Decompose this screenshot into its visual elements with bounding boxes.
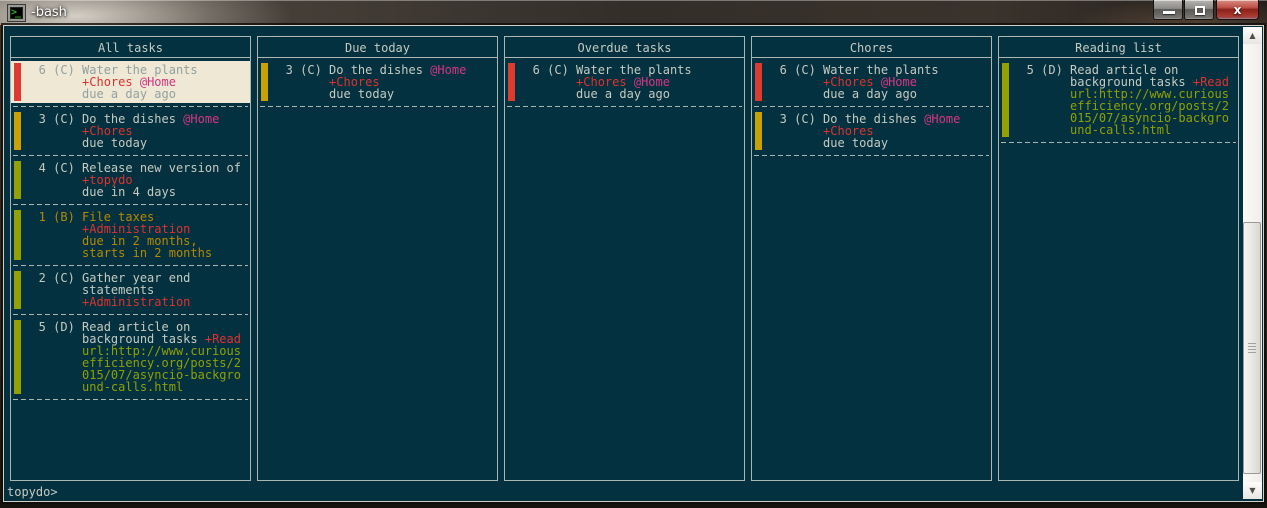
- task-item[interactable]: 6 (C) Water the plants +Chores @Home due…: [11, 61, 250, 103]
- item-separator: [13, 314, 248, 315]
- board-column: Due today 3 (C) Do the dishes @Home +Cho…: [257, 36, 498, 481]
- task-text: 3 (C) Do the dishes @Home +Chores due to…: [264, 63, 467, 101]
- scroll-track[interactable]: [1243, 44, 1262, 482]
- scroll-up-icon[interactable]: ▲: [1243, 27, 1262, 44]
- close-icon: x: [1233, 3, 1242, 17]
- board: All tasks 6 (C) Water the plants +Chores…: [10, 36, 1239, 481]
- scrollbar[interactable]: ▲ ▼: [1243, 27, 1262, 499]
- item-separator: [13, 204, 248, 205]
- priority-bar: [14, 161, 21, 199]
- column-items: 6 (C) Water the plants +Chores @Home due…: [505, 58, 744, 107]
- priority-bar: [755, 112, 762, 150]
- task-item[interactable]: 3 (C) Do the dishes @Home +Chores due to…: [11, 110, 250, 152]
- restore-button[interactable]: [1184, 0, 1214, 20]
- item-separator: [13, 399, 248, 400]
- priority-bar: [1002, 63, 1009, 137]
- column-title: Reading list: [999, 37, 1238, 58]
- column-title: All tasks: [11, 37, 250, 58]
- task-item[interactable]: 3 (C) Do the dishes @Home +Chores due to…: [258, 61, 497, 103]
- task-text: 2 (C) Gather year end statements +Admini…: [17, 271, 191, 309]
- task-text: 6 (C) Water the plants +Chores @Home due…: [511, 63, 692, 101]
- scroll-thumb[interactable]: [1243, 222, 1261, 474]
- priority-bar: [508, 63, 515, 101]
- priority-bar: [261, 63, 268, 101]
- task-item[interactable]: 3 (C) Do the dishes @Home +Chores due to…: [752, 110, 991, 152]
- board-column: Reading list 5 (D) Read article on backg…: [998, 36, 1239, 481]
- column-title: Chores: [752, 37, 991, 58]
- priority-bar: [14, 63, 21, 101]
- item-separator: [13, 106, 248, 107]
- item-separator: [13, 265, 248, 266]
- task-item[interactable]: 5 (D) Read article on background tasks +…: [999, 61, 1238, 139]
- titlebar[interactable]: >_ -bash x: [0, 0, 1267, 26]
- task-item[interactable]: 1 (B) File taxes +Administration due in …: [11, 208, 250, 262]
- board-column: All tasks 6 (C) Water the plants +Chores…: [10, 36, 251, 481]
- item-separator: [507, 106, 742, 107]
- task-text: 6 (C) Water the plants +Chores @Home due…: [758, 63, 939, 101]
- item-separator: [754, 155, 989, 156]
- task-item[interactable]: 6 (C) Water the plants +Chores @Home due…: [752, 61, 991, 103]
- item-separator: [754, 106, 989, 107]
- command-prompt[interactable]: topydo>: [7, 486, 58, 498]
- terminal-window: >_ -bash x All tasks 6 (C) Water the pla…: [0, 0, 1267, 508]
- item-separator: [1001, 142, 1236, 143]
- task-text: 1 (B) File taxes +Administration due in …: [17, 210, 213, 260]
- minimize-icon: [1163, 11, 1175, 14]
- task-text: 4 (C) Release new version of +topydo due…: [17, 161, 241, 199]
- column-items: 5 (D) Read article on background tasks +…: [999, 58, 1238, 143]
- terminal-client: All tasks 6 (C) Water the plants +Chores…: [4, 26, 1263, 501]
- priority-bar: [14, 271, 21, 309]
- priority-bar: [14, 210, 21, 260]
- column-title: Due today: [258, 37, 497, 58]
- terminal-icon: >_: [7, 4, 26, 22]
- task-item[interactable]: 5 (D) Read article on background tasks +…: [11, 318, 250, 396]
- column-title: Overdue tasks: [505, 37, 744, 58]
- column-items: 3 (C) Do the dishes @Home +Chores due to…: [258, 58, 497, 107]
- task-text: 3 (C) Do the dishes @Home +Chores due to…: [758, 112, 961, 150]
- board-column: Overdue tasks 6 (C) Water the plants +Ch…: [504, 36, 745, 481]
- column-items: 6 (C) Water the plants +Chores @Home due…: [11, 58, 250, 400]
- task-item[interactable]: 4 (C) Release new version of +topydo due…: [11, 159, 250, 201]
- board-column: Chores 6 (C) Water the plants +Chores @H…: [751, 36, 992, 481]
- priority-bar: [14, 112, 21, 150]
- item-separator: [260, 106, 495, 107]
- task-text: 6 (C) Water the plants +Chores @Home due…: [17, 63, 198, 101]
- window-controls: x: [1153, 0, 1259, 21]
- item-separator: [13, 155, 248, 156]
- task-text: 5 (D) Read article on background tasks +…: [1005, 63, 1229, 137]
- scroll-thumb-grip-icon: [1248, 343, 1256, 353]
- scroll-down-icon[interactable]: ▼: [1243, 482, 1262, 499]
- close-button[interactable]: x: [1216, 0, 1259, 20]
- restore-icon: [1195, 6, 1205, 15]
- priority-bar: [755, 63, 762, 101]
- task-item[interactable]: 2 (C) Gather year end statements +Admini…: [11, 269, 250, 311]
- window-title: -bash: [31, 5, 67, 20]
- minimize-button[interactable]: [1153, 0, 1183, 20]
- column-items: 6 (C) Water the plants +Chores @Home due…: [752, 58, 991, 156]
- task-text: 5 (D) Read article on background tasks +…: [17, 320, 241, 394]
- terminal-prompt-glyph: >_: [11, 7, 21, 18]
- priority-bar: [14, 320, 21, 394]
- task-item[interactable]: 6 (C) Water the plants +Chores @Home due…: [505, 61, 744, 103]
- task-text: 3 (C) Do the dishes @Home +Chores due to…: [17, 112, 220, 150]
